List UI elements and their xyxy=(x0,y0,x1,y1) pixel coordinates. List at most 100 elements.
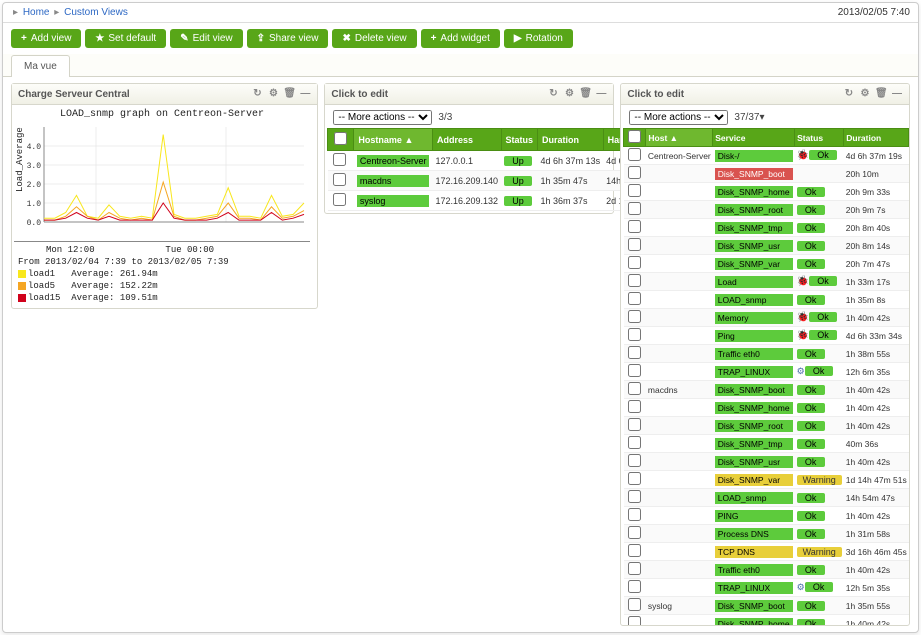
panel-title[interactable]: Click to edit xyxy=(331,89,388,100)
collapse-icon[interactable]: — xyxy=(891,88,903,100)
col-service[interactable]: Service xyxy=(713,129,795,147)
row-checkbox[interactable] xyxy=(628,400,641,413)
table-row[interactable]: Load 🐞Ok 1h 33m 17s 1h 33n xyxy=(624,273,909,291)
trash-icon[interactable]: 🗑 xyxy=(875,88,887,100)
service-name[interactable]: LOAD_snmp xyxy=(715,492,793,504)
service-name[interactable]: PING xyxy=(715,510,793,522)
service-name[interactable]: TRAP_LINUX xyxy=(715,582,793,594)
service-name[interactable]: TRAP_LINUX xyxy=(715,366,793,378)
service-name[interactable]: Disk_SNMP_root xyxy=(715,420,793,432)
row-checkbox[interactable] xyxy=(628,580,641,593)
service-name[interactable]: Disk-/ xyxy=(715,150,793,162)
table-row[interactable]: LOAD_snmp Ok 14h 54m 47s 14h 54n xyxy=(624,489,909,507)
service-name[interactable]: Disk_SNMP_var xyxy=(715,474,793,486)
service-name[interactable]: Traffic eth0 xyxy=(715,564,793,576)
row-checkbox[interactable] xyxy=(628,364,641,377)
tab-ma-vue[interactable]: Ma vue xyxy=(11,55,70,77)
refresh-icon[interactable]: ↻ xyxy=(547,88,559,100)
table-row[interactable]: Disk_SNMP_root Ok 1h 40m 42s 1h 40n xyxy=(624,417,909,435)
table-row[interactable]: Ping 🐞Ok 4d 6h 33m 34s 4d 6h 33n xyxy=(624,327,909,345)
service-name[interactable]: Disk_SNMP_usr xyxy=(715,240,793,252)
edit-view-button[interactable]: ✎Edit view xyxy=(170,29,242,48)
row-checkbox[interactable] xyxy=(628,544,641,557)
row-checkbox[interactable] xyxy=(333,173,346,186)
row-checkbox[interactable] xyxy=(628,490,641,503)
service-name[interactable]: Disk_SNMP_boot xyxy=(715,600,793,612)
col-address[interactable]: Address xyxy=(432,129,501,151)
row-checkbox[interactable] xyxy=(333,193,346,206)
col-duration[interactable]: Duration xyxy=(538,129,604,151)
service-name[interactable]: Ping xyxy=(715,330,793,342)
table-row[interactable]: Disk_SNMP_home Ok 20h 9m 33s 20h 9n xyxy=(624,183,909,201)
row-checkbox[interactable] xyxy=(628,562,641,575)
checkbox-header[interactable] xyxy=(328,129,354,151)
breadcrumb-home[interactable]: Home xyxy=(23,7,50,18)
more-actions-select[interactable]: -- More actions -- xyxy=(333,110,432,125)
service-name[interactable]: Memory xyxy=(715,312,793,324)
row-checkbox[interactable] xyxy=(628,274,641,287)
row-checkbox[interactable] xyxy=(628,292,641,305)
rotation-button[interactable]: ▶Rotation xyxy=(504,29,573,48)
table-row[interactable]: macdns Disk_SNMP_boot Ok 1h 40m 42s 1h 4… xyxy=(624,381,909,399)
row-checkbox[interactable] xyxy=(628,310,641,323)
row-checkbox[interactable] xyxy=(628,346,641,359)
row-checkbox[interactable] xyxy=(628,616,641,625)
table-row[interactable]: Disk_SNMP_home Ok 1h 40m 42s 1h 40n xyxy=(624,399,909,417)
set-default-button[interactable]: ★Set default xyxy=(85,29,166,48)
row-checkbox[interactable] xyxy=(628,508,641,521)
table-row[interactable]: LOAD_snmp Ok 1h 35m 8s 14h 49n xyxy=(624,291,909,309)
more-actions-select[interactable]: -- More actions -- xyxy=(629,110,728,125)
row-checkbox[interactable] xyxy=(628,202,641,215)
service-name[interactable]: Disk_SNMP_boot xyxy=(715,384,793,396)
row-checkbox[interactable] xyxy=(628,454,641,467)
table-row[interactable]: Disk_SNMP_home Ok 1h 40m 42s 2d 11h 34n xyxy=(624,615,909,626)
table-row[interactable]: Process DNS Ok 1h 31m 58s 1h 31n xyxy=(624,525,909,543)
table-row[interactable]: Centreon-Server Disk-/ 🐞Ok 4d 6h 37m 19s… xyxy=(624,147,909,165)
row-checkbox[interactable] xyxy=(628,184,641,197)
service-name[interactable]: Disk_SNMP_home xyxy=(715,186,793,198)
refresh-icon[interactable]: ↻ xyxy=(843,88,855,100)
col-status[interactable]: Status xyxy=(501,129,538,151)
table-row[interactable]: Memory 🐞Ok 1h 40m 42s 4d 6h 41n xyxy=(624,309,909,327)
service-name[interactable]: Disk_SNMP_tmp xyxy=(715,222,793,234)
row-checkbox[interactable] xyxy=(628,472,641,485)
service-name[interactable]: Load xyxy=(715,276,793,288)
row-checkbox[interactable] xyxy=(628,166,641,179)
table-row[interactable]: Traffic eth0 Ok 1h 38m 55s 20h 5n xyxy=(624,345,909,363)
trash-icon[interactable]: 🗑 xyxy=(579,88,591,100)
service-name[interactable]: TCP DNS xyxy=(715,546,793,558)
table-row[interactable]: Disk_SNMP_boot 20h 10m 20 xyxy=(624,165,909,183)
refresh-icon[interactable]: ↻ xyxy=(251,88,263,100)
service-name[interactable]: Disk_SNMP_tmp xyxy=(715,438,793,450)
panel-title[interactable]: Click to edit xyxy=(627,89,684,100)
col-status[interactable]: Status xyxy=(795,129,844,147)
row-checkbox[interactable] xyxy=(628,598,641,611)
table-row[interactable]: TRAP_LINUX ⚙Ok 12h 6m 35s 12h 6n xyxy=(624,363,909,381)
table-row[interactable]: Disk_SNMP_tmp Ok 20h 8m 40s 20h 8n xyxy=(624,219,909,237)
add-widget-button[interactable]: +Add widget xyxy=(421,29,500,48)
row-checkbox[interactable] xyxy=(628,382,641,395)
gear-icon[interactable]: ⚙ xyxy=(859,88,871,100)
row-checkbox[interactable] xyxy=(628,256,641,269)
col-hostname[interactable]: Hostname ▲ xyxy=(354,129,433,151)
service-name[interactable]: Disk_SNMP_home xyxy=(715,618,793,626)
breadcrumb-current[interactable]: Custom Views xyxy=(64,7,128,18)
service-name[interactable]: Disk_SNMP_home xyxy=(715,402,793,414)
checkbox-header[interactable] xyxy=(624,129,646,147)
collapse-icon[interactable]: — xyxy=(299,88,311,100)
row-checkbox[interactable] xyxy=(628,148,641,161)
service-name[interactable]: Disk_SNMP_var xyxy=(715,258,793,270)
service-name[interactable]: Traffic eth0 xyxy=(715,348,793,360)
service-name[interactable]: Disk_SNMP_root xyxy=(715,204,793,216)
collapse-icon[interactable]: — xyxy=(595,88,607,100)
host-name[interactable]: macdns xyxy=(357,175,430,187)
col-duration[interactable]: Duration xyxy=(844,129,909,147)
table-row[interactable]: TCP DNS Warning 3d 16h 46m 45s 3d 16h 46… xyxy=(624,543,909,561)
table-row[interactable]: TRAP_LINUX ⚙Ok 12h 5m 35s 12h 5n xyxy=(624,579,909,597)
service-name[interactable]: Disk_SNMP_usr xyxy=(715,456,793,468)
gear-icon[interactable]: ⚙ xyxy=(267,88,279,100)
service-name[interactable]: LOAD_snmp xyxy=(715,294,793,306)
service-name[interactable]: Disk_SNMP_boot xyxy=(715,168,793,180)
table-row[interactable]: Disk_SNMP_var Ok 20h 7m 47s 20h 7n xyxy=(624,255,909,273)
row-checkbox[interactable] xyxy=(628,220,641,233)
